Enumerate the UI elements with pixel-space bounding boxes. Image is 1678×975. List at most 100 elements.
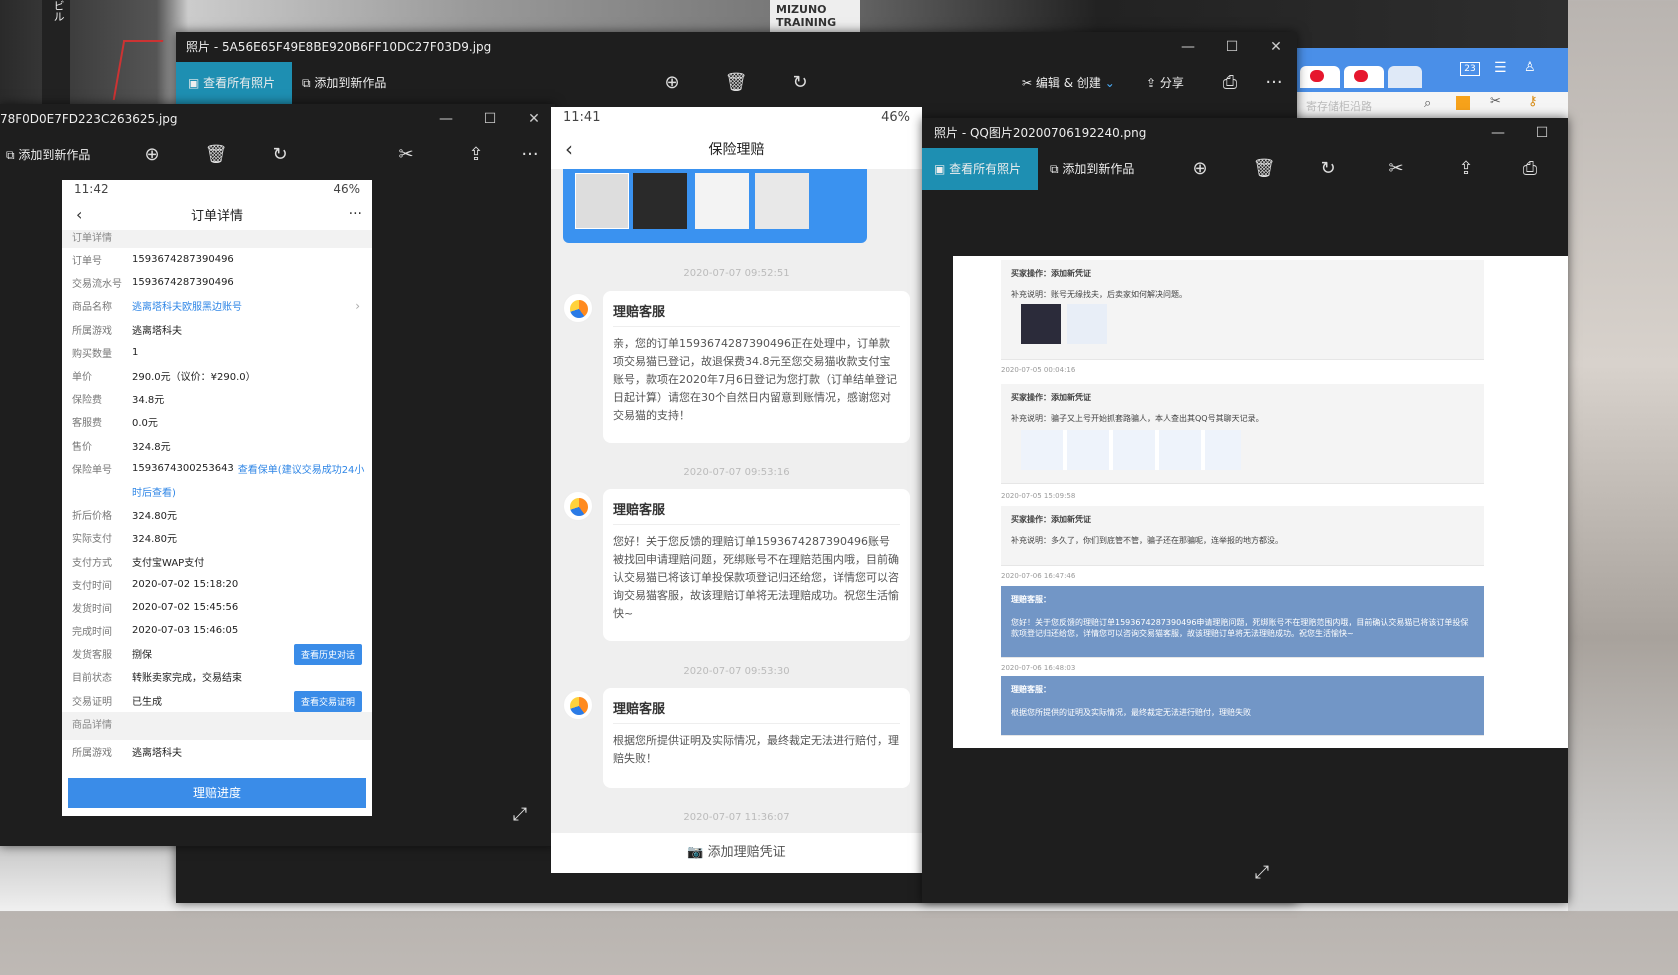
view-all-photos-button[interactable]: ▣ 查看所有照片: [922, 148, 1038, 190]
print-icon[interactable]: ⎙: [1516, 148, 1544, 190]
share-icon[interactable]: ⇪: [462, 134, 490, 176]
sender-name: 理赔客服: [613, 497, 900, 525]
message-text: 您好！关于您反馈的理赔订单1593674287390496账号被找回申请理赔问题…: [613, 535, 899, 620]
row-key: 所属游戏: [72, 325, 112, 337]
more-button[interactable]: ···: [1260, 62, 1288, 104]
edit-icon[interactable]: ✂: [1382, 148, 1410, 190]
view-all-photos-button[interactable]: ▣ 查看所有照片: [176, 62, 292, 104]
back-icon[interactable]: ‹: [565, 137, 573, 161]
row-value: 290.0元（议价：¥290.0）: [132, 372, 256, 384]
minimize-button[interactable]: —: [1166, 32, 1210, 62]
more-button[interactable]: ···: [516, 134, 544, 176]
fullscreen-icon[interactable]: ⤢: [506, 794, 534, 836]
browser-tab-3[interactable]: [1388, 66, 1422, 88]
back-icon[interactable]: ‹: [76, 205, 82, 224]
row-value[interactable]: 逃离塔科夫欧服黑边账号: [132, 298, 242, 313]
search-input[interactable]: 寄存储柜沿路: [1306, 98, 1372, 114]
log-entry: 买家操作：添加新凭证 补充说明：账号无缘找夫，后卖家如何解决问题。: [1001, 260, 1484, 360]
add-to-creation-button[interactable]: ⧉ 添加到新作品: [6, 134, 90, 176]
close-button[interactable]: ✕: [1254, 32, 1297, 62]
status-bar: 11:42 46%: [62, 180, 372, 198]
row-key: 交易流水号: [72, 279, 122, 291]
zoom-icon[interactable]: ⊕: [658, 62, 686, 104]
avatar: [563, 293, 593, 323]
rotate-icon[interactable]: ↻: [266, 134, 294, 176]
rotate-icon[interactable]: ↻: [786, 62, 814, 104]
log-body: 根据您所提供的证明及实际情况，最终裁定无法进行赔付，理赔失败: [1011, 708, 1251, 717]
claim-progress-button[interactable]: 理赔进度: [68, 778, 366, 808]
row-value: 324.80元: [132, 534, 177, 546]
maximize-button[interactable]: ☐: [1520, 118, 1564, 148]
close-button[interactable]: ✕: [512, 104, 555, 134]
row-action-button[interactable]: 查看历史对话: [293, 644, 362, 666]
view-policy-link[interactable]: 查看保单(建议交易成功24小: [238, 461, 365, 476]
maximize-button[interactable]: ☐: [1210, 32, 1254, 62]
delete-icon[interactable]: 🗑: [1250, 148, 1278, 190]
row-key: 客服费: [72, 418, 102, 430]
row-value: 逃离塔科夫: [132, 325, 182, 337]
share-button[interactable]: ⇪ 分享: [1146, 62, 1184, 104]
chat-bubble: 理赔客服 您好！关于您反馈的理赔订单1593674287390496账号被找回申…: [603, 489, 910, 641]
photos-toolbar: ▣ 查看所有照片 ⧉ 添加到新作品 ⊕ 🗑 ↻ ✂ ⇪ ⎙: [922, 148, 1568, 190]
key-icon[interactable]: ⚷: [1528, 94, 1538, 109]
zoom-icon[interactable]: ⊕: [138, 134, 166, 176]
zoom-icon[interactable]: ⊕: [1186, 148, 1214, 190]
wallpaper-billboard: MIZUNO TRAINING: [770, 0, 860, 32]
delete-icon[interactable]: 🗑: [722, 62, 750, 104]
menu-icon[interactable]: ☰: [1494, 60, 1507, 76]
page-title: 订单详情: [190, 208, 243, 224]
detail-row: 支付方式 支付宝WAP支付: [62, 549, 372, 572]
add-to-creation-button[interactable]: ⧉ 添加到新作品: [302, 62, 386, 104]
detail-row: 单价 290.0元（议价：¥290.0）: [62, 364, 372, 387]
extension-icon[interactable]: [1456, 96, 1470, 110]
detail-row: 客服费 0.0元: [62, 410, 372, 433]
row-key: 实际支付: [72, 534, 112, 546]
browser-tab-weibo-2[interactable]: [1344, 66, 1384, 88]
rotate-icon[interactable]: ↻: [1314, 148, 1342, 190]
more-icon[interactable]: ···: [349, 206, 362, 222]
nav-bar: ‹ 订单详情 ···: [62, 198, 372, 230]
edit-icon[interactable]: ✂: [392, 134, 420, 176]
message-time: 2020-07-07 11:36:07: [683, 812, 790, 823]
shirt-icon[interactable]: ♙: [1524, 60, 1536, 75]
edit-icon: ✂: [1022, 76, 1033, 90]
share-icon[interactable]: ⇪: [1452, 148, 1480, 190]
row-value: 支付宝WAP支付: [132, 557, 205, 569]
message-time: 2020-07-07 09:53:30: [683, 666, 790, 677]
album-icon: ⧉: [6, 148, 15, 162]
browser-badge[interactable]: 23: [1460, 62, 1480, 76]
maximize-button[interactable]: ☐: [468, 104, 512, 134]
search-icon[interactable]: ⌕: [1424, 96, 1431, 111]
thumbnail: [755, 173, 809, 229]
message-text: 根据您所提供证明及实际情况，最终裁定无法进行赔付，理赔失败！: [613, 734, 899, 765]
evidence-thumb: [1021, 430, 1241, 470]
scissors-icon[interactable]: ✂: [1490, 94, 1501, 109]
detail-row[interactable]: 交易证明 已生成 查看交易证明: [62, 689, 372, 712]
log-head: 买家操作：添加新凭证: [1011, 515, 1091, 524]
row-value: 转账卖家完成，交易结束: [132, 673, 242, 685]
detail-row: 购买数量 1: [62, 341, 372, 364]
minimize-button[interactable]: —: [1476, 118, 1520, 148]
delete-icon[interactable]: 🗑: [202, 134, 230, 176]
avatar: [563, 491, 593, 521]
detail-row: 交易流水号 1593674287390496: [62, 271, 372, 294]
window-title: 照片 - QQ图片20200706192240.png: [934, 126, 1147, 140]
detail-row[interactable]: 发货客服 捌保 查看历史对话: [62, 642, 372, 666]
row-action-button[interactable]: 查看交易证明: [293, 690, 362, 712]
edit-create-button[interactable]: ✂ 编辑 & 创建 ⌄: [1022, 62, 1115, 104]
print-icon[interactable]: ⎙: [1216, 62, 1244, 104]
photos-toolbar: ⧉ 添加到新作品 ⊕ 🗑 ↻ ✂ ⇪ ···: [0, 134, 555, 176]
browser-address-bar[interactable]: 寄存储柜沿路 ⌕ ✂ ⚷: [1296, 92, 1568, 118]
image-preview-card[interactable]: [563, 169, 867, 243]
browser-tab-weibo-1[interactable]: [1300, 66, 1340, 88]
fullscreen-icon[interactable]: ⤢: [1248, 852, 1276, 894]
row-value[interactable]: 时后查看): [132, 484, 176, 499]
sender-name: 理赔客服: [613, 299, 900, 327]
status-battery: 46%: [333, 182, 360, 196]
add-claim-evidence-button[interactable]: 📷 添加理赔凭证: [551, 833, 922, 873]
row-key: 交易证明: [72, 696, 112, 708]
row-value: 0.0元: [132, 418, 158, 430]
row-key: 完成时间: [72, 627, 112, 639]
add-to-creation-button[interactable]: ⧉ 添加到新作品: [1050, 148, 1134, 190]
minimize-button[interactable]: —: [424, 104, 468, 134]
